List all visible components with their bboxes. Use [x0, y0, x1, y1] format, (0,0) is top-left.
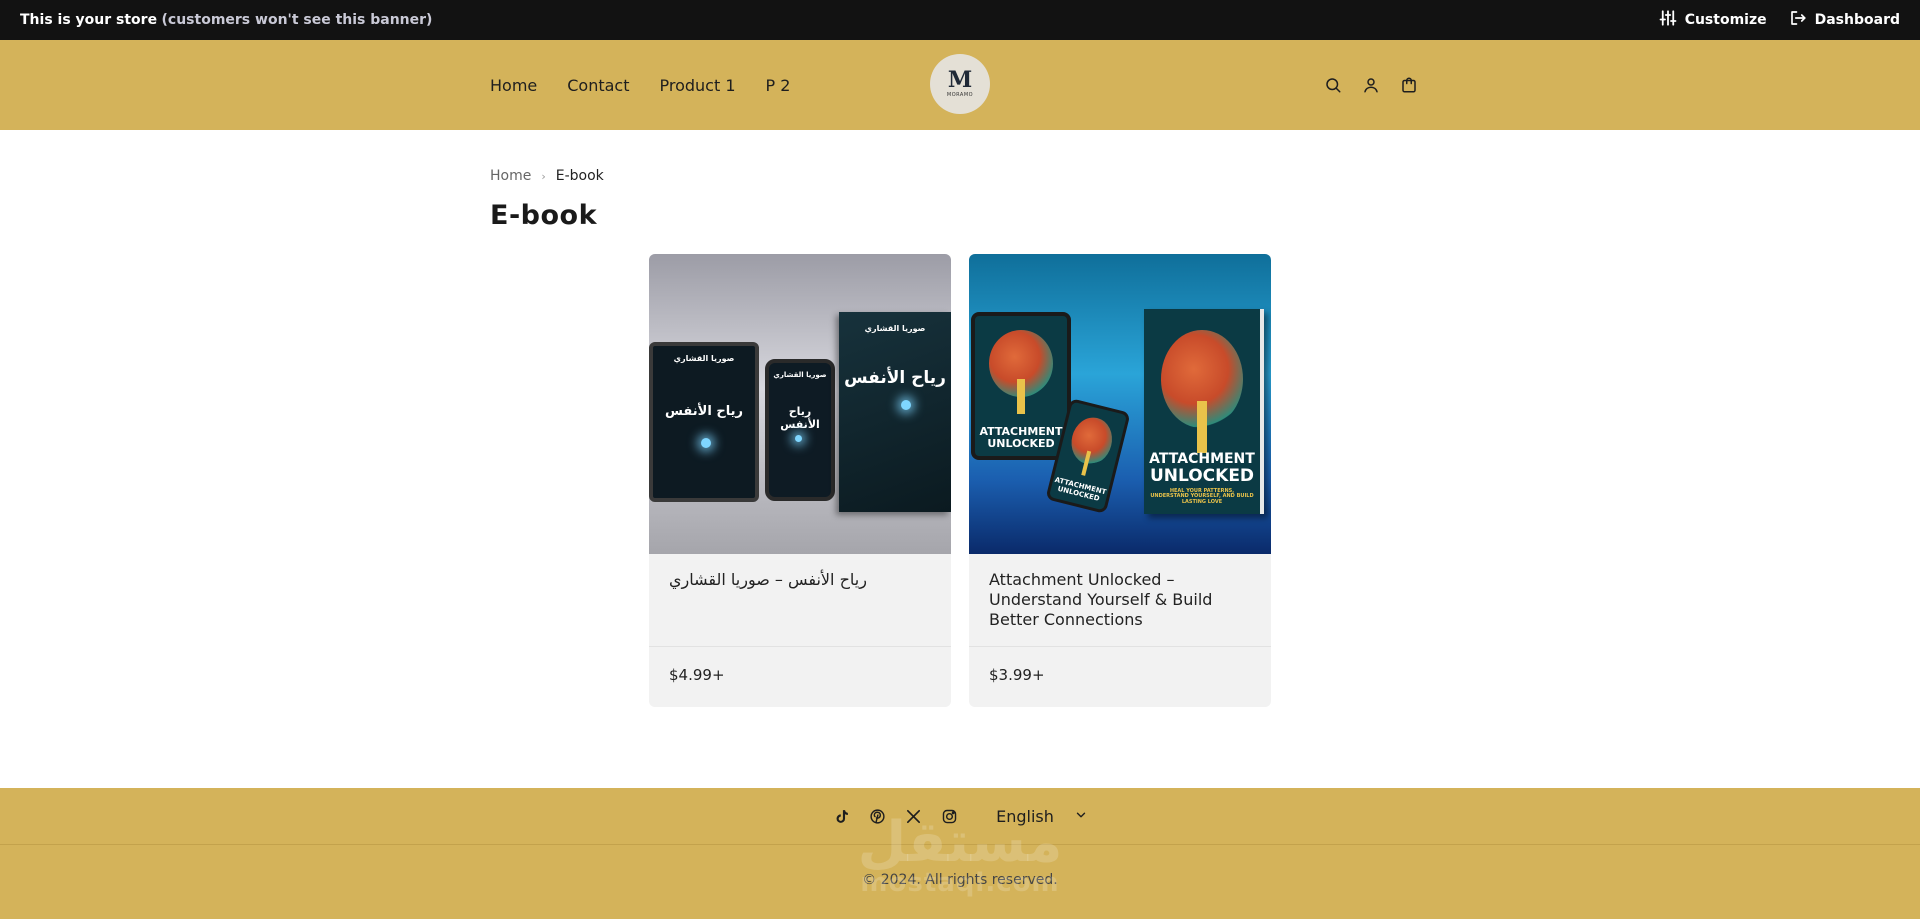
- card-divider: [649, 646, 951, 647]
- cover-title-line2: UNLOCKED: [1149, 466, 1255, 486]
- tablet-mockup: ATTACHMENT UNLOCKED: [971, 312, 1071, 460]
- logo-mark: M: [947, 67, 973, 93]
- product-card[interactable]: ATTACHMENT UNLOCKED ATTACHMENT UNLOCKED …: [969, 254, 1271, 707]
- tiktok-icon[interactable]: [832, 807, 850, 825]
- main-nav: Home Contact Product 1 P 2: [490, 40, 790, 130]
- cover-title: رياح الأنفس: [780, 405, 820, 431]
- cover-title-line1: ATTACHMENT: [979, 425, 1063, 439]
- phone-mockup: صوريا القشاري رياح الأنفس: [765, 359, 835, 501]
- language-selector[interactable]: English: [996, 807, 1088, 826]
- nav-p2[interactable]: P 2: [766, 76, 791, 95]
- cover-author: صوريا القشاري: [773, 371, 827, 379]
- x-icon[interactable]: [904, 807, 922, 825]
- chevron-down-icon: [1074, 807, 1088, 826]
- product-image[interactable]: ATTACHMENT UNLOCKED ATTACHMENT UNLOCKED …: [969, 254, 1271, 554]
- cover-author: صوريا القشاري: [864, 324, 926, 333]
- cover-subtitle: HEAL YOUR PATTERNS, UNDERSTAND YOURSELF,…: [1150, 488, 1254, 505]
- footer-divider: [0, 844, 1920, 845]
- tablet-mockup: صوريا القشاري رياح الأنفس: [649, 342, 759, 502]
- customize-button[interactable]: Customize: [1659, 9, 1767, 31]
- logo-wordmark: MORAMO: [946, 92, 974, 98]
- language-label: English: [996, 806, 1054, 826]
- product-card[interactable]: صوريا القشاري رياح الأنفس صوريا القشاري …: [649, 254, 951, 707]
- product-title[interactable]: رياح الأنفس – صوريا القشاري: [669, 570, 934, 590]
- breadcrumb-home[interactable]: Home: [490, 168, 531, 184]
- exit-icon: [1789, 9, 1807, 31]
- cover-author: صوريا القشاري: [673, 354, 735, 363]
- card-divider: [969, 646, 1271, 647]
- breadcrumb-separator: ›: [541, 169, 546, 183]
- product-price: $4.99+: [669, 666, 725, 684]
- cover-title-line1: ATTACHMENT: [1149, 451, 1255, 467]
- sliders-icon: [1659, 9, 1677, 31]
- product-title[interactable]: Attachment Unlocked – Understand Yoursel…: [989, 570, 1254, 630]
- store-logo[interactable]: M MORAMO: [930, 54, 990, 114]
- site-footer: English © 2024. All rights reserved.: [0, 788, 1920, 919]
- nav-contact[interactable]: Contact: [567, 76, 629, 95]
- book-mockup: صوريا القشاري رياح الأنفس: [839, 312, 951, 512]
- cover-title: رياح الأنفس: [844, 368, 946, 388]
- page-title: E-book: [490, 200, 598, 231]
- nav-home[interactable]: Home: [490, 76, 537, 95]
- admin-banner-store-label: This is your store: [20, 12, 158, 28]
- account-icon[interactable]: [1361, 75, 1381, 95]
- admin-banner: This is your store (customers won't see …: [0, 0, 1920, 40]
- pinterest-icon[interactable]: [868, 807, 886, 825]
- book-mockup: ATTACHMENT UNLOCKED HEAL YOUR PATTERNS, …: [1144, 309, 1264, 514]
- product-price: $3.99+: [989, 666, 1045, 684]
- copyright-text: © 2024. All rights reserved.: [862, 872, 1058, 888]
- site-header: Home Contact Product 1 P 2 M MORAMO: [0, 40, 1920, 130]
- search-icon[interactable]: [1323, 75, 1343, 95]
- breadcrumb-current: E-book: [555, 168, 604, 184]
- admin-banner-note: (customers won't see this banner): [161, 12, 433, 28]
- cover-title-line2: UNLOCKED: [987, 437, 1055, 451]
- dashboard-button[interactable]: Dashboard: [1789, 9, 1900, 31]
- admin-banner-message: This is your store (customers won't see …: [20, 12, 432, 28]
- product-image[interactable]: صوريا القشاري رياح الأنفس صوريا القشاري …: [649, 254, 951, 554]
- cover-title: رياح الأنفس: [665, 404, 743, 419]
- instagram-icon[interactable]: [940, 807, 958, 825]
- customize-label: Customize: [1684, 12, 1767, 28]
- nav-product-1[interactable]: Product 1: [660, 76, 736, 95]
- cart-icon[interactable]: [1399, 75, 1419, 95]
- dashboard-label: Dashboard: [1814, 12, 1900, 28]
- breadcrumb: Home › E-book: [490, 168, 604, 184]
